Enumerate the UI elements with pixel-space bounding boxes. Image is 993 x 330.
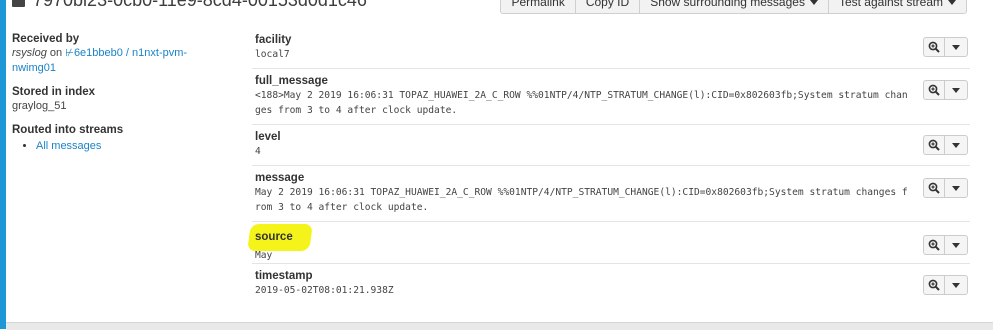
zoom-icon[interactable] — [923, 275, 945, 295]
copy-id-button[interactable]: Copy ID — [574, 0, 641, 14]
field-actions-dropdown[interactable] — [944, 275, 968, 295]
chevron-down-icon — [952, 142, 960, 148]
chevron-down-icon — [948, 0, 956, 5]
chevron-down-icon — [952, 44, 960, 50]
zoom-icon[interactable] — [923, 37, 945, 57]
field-name: facility — [255, 34, 292, 46]
message-id: 7970bl23-0cb0-11e9-8cd4-00153d0d1c46 — [33, 0, 367, 10]
field-value: 2019-05-02T08:01:21.938Z — [255, 285, 394, 296]
chevron-down-icon — [952, 87, 960, 93]
stored-in-index-label: Stored in index — [12, 86, 96, 98]
field-name: level — [255, 131, 281, 143]
field-row: level 4 — [252, 125, 970, 166]
zoom-icon[interactable] — [923, 235, 945, 255]
field-name: timestamp — [255, 270, 313, 282]
zoom-icon[interactable] — [923, 80, 945, 100]
message-title: 7970bl23-0cb0-11e9-8cd4-00153d0d1c46 — [12, 0, 367, 11]
document-icon — [12, 0, 25, 7]
zoom-icon[interactable] — [923, 178, 945, 198]
received-by-label: Received by — [12, 33, 80, 45]
permalink-button[interactable]: Permalink — [500, 0, 576, 14]
on-text: on — [49, 47, 63, 59]
field-row: facility local7 — [252, 28, 970, 69]
message-fields: facility local7 full_message <188>May 2 … — [252, 28, 970, 305]
field-value: May 2 2019 16:06:31 TOPAZ_HUAWEI_2A_C_RO… — [255, 187, 908, 213]
field-value: <188>May 2 2019 16:06:31 TOPAZ_HUAWEI_2A… — [255, 90, 908, 116]
field-name: message — [255, 172, 305, 184]
field-actions-dropdown[interactable] — [944, 37, 968, 57]
field-name: full_message — [255, 75, 328, 87]
test-against-stream-button[interactable]: Test against stream — [827, 0, 967, 14]
field-row: full_message <188>May 2 2019 16:06:31 TO… — [252, 69, 970, 125]
field-row: timestamp 2019-05-02T08:01:21.938Z — [252, 264, 970, 305]
chevron-down-icon — [952, 282, 960, 288]
show-surrounding-button[interactable]: Show surrounding messages — [639, 0, 829, 14]
chevron-down-icon — [952, 185, 960, 191]
zoom-icon[interactable] — [923, 135, 945, 155]
field-row: source May — [252, 222, 970, 264]
chevron-down-icon — [809, 0, 818, 5]
field-actions-dropdown[interactable] — [944, 178, 968, 198]
routed-streams-label: Routed into streams — [12, 124, 124, 136]
message-metadata: Received by rsyslog on ⊬6e1bbeb0 / n1nxt… — [12, 33, 222, 162]
input-name: rsyslog — [12, 47, 47, 59]
field-actions-dropdown[interactable] — [944, 80, 968, 100]
message-actions: Permalink Copy ID Show surrounding messa… — [500, 0, 967, 14]
field-value: 4 — [255, 146, 261, 157]
field-actions-dropdown[interactable] — [944, 135, 968, 155]
highlight-mark: source May — [255, 227, 293, 264]
chevron-down-icon — [952, 242, 960, 248]
field-value: local7 — [255, 49, 290, 60]
left-accent-bar — [0, 0, 6, 329]
index-name: graylog_51 — [12, 100, 67, 112]
stream-link-all-messages[interactable]: All messages — [36, 140, 101, 152]
field-name: source — [255, 231, 293, 243]
field-value: May — [255, 250, 273, 261]
field-actions-dropdown[interactable] — [944, 235, 968, 255]
field-row: message May 2 2019 16:06:31 TOPAZ_HUAWEI… — [252, 166, 970, 222]
